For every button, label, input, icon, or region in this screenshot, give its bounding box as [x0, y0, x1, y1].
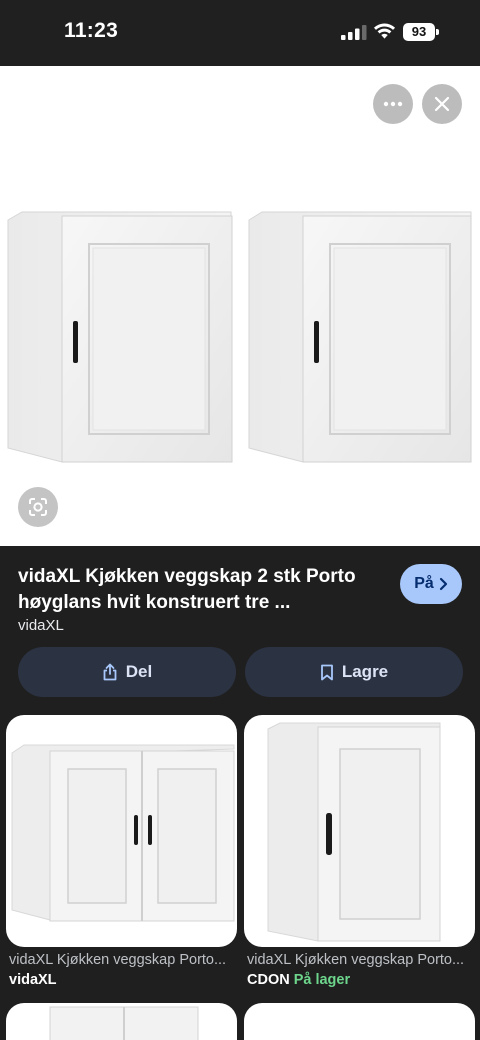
stock-status: På lager — [293, 972, 351, 988]
save-button[interactable]: Lagre — [245, 647, 463, 697]
bookmark-icon — [320, 664, 333, 680]
visit-button[interactable]: På — [400, 564, 462, 604]
related-card[interactable] — [6, 715, 237, 947]
related-card[interactable] — [244, 1003, 475, 1040]
close-button[interactable] — [422, 84, 462, 124]
battery-icon: 93 — [403, 23, 439, 41]
more-horiz-icon — [383, 101, 403, 107]
related-image — [11, 744, 235, 922]
related-title[interactable]: vidaXL Kjøkken veggskap Porto... — [9, 952, 231, 968]
related-seller-name: vidaXL — [9, 972, 57, 988]
related-seller: CDON På lager — [247, 972, 350, 988]
related-image — [49, 1006, 199, 1040]
battery-level: 93 — [411, 24, 427, 39]
lens-search-button[interactable] — [18, 487, 58, 527]
visit-label: På — [414, 575, 434, 592]
save-label: Lagre — [341, 662, 389, 681]
close-icon — [434, 96, 450, 112]
product-image-viewer[interactable] — [0, 66, 480, 546]
share-icon — [103, 663, 117, 681]
lens-icon — [29, 498, 47, 516]
status-bar: 11:23 93 — [0, 0, 480, 66]
related-card[interactable] — [6, 1003, 237, 1040]
product-title-line-1: vidaXL Kjøkken veggskap 2 stk Porto — [18, 566, 356, 587]
product-source[interactable]: vidaXL — [18, 617, 64, 634]
share-label: Del — [125, 662, 153, 681]
status-time: 11:23 — [64, 19, 119, 42]
related-card[interactable] — [244, 715, 475, 947]
product-image — [7, 211, 472, 463]
related-image — [267, 722, 441, 942]
related-title[interactable]: vidaXL Kjøkken veggskap Porto... — [247, 952, 469, 968]
product-title[interactable]: vidaXL Kjøkken veggskap 2 stk Porto høyg… — [18, 564, 378, 616]
product-title-line-2: høyglans hvit konstruert tre ... — [18, 592, 291, 613]
product-info: vidaXL Kjøkken veggskap 2 stk Porto høyg… — [0, 546, 480, 714]
signal-icon — [341, 25, 367, 40]
wifi-icon — [373, 23, 396, 39]
related-seller-name: CDON — [247, 972, 290, 988]
chevron-right-icon — [439, 577, 447, 591]
share-button[interactable]: Del — [18, 647, 236, 697]
more-button[interactable] — [373, 84, 413, 124]
related-seller: vidaXL — [9, 972, 57, 988]
